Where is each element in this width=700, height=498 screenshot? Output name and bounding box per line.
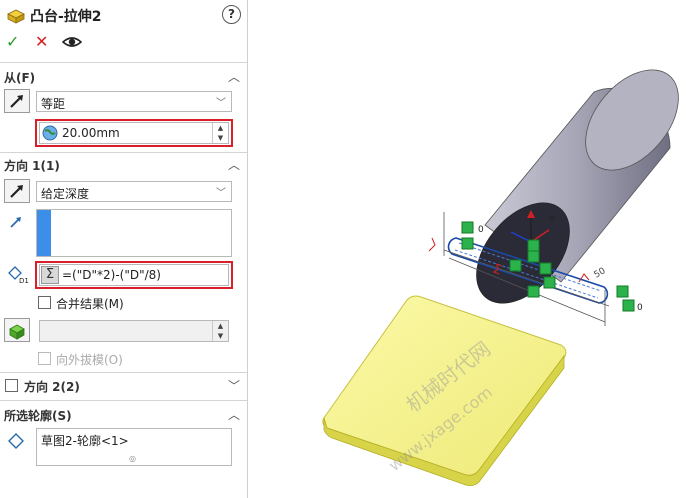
chevron-down-icon: ﹀ xyxy=(216,188,226,199)
feature-title: 凸台-拉伸2 xyxy=(30,9,102,25)
merge-result-label: 合并结果(M) xyxy=(56,297,124,311)
section-contours-header[interactable]: 所选轮廓(S) ︿ xyxy=(0,404,247,426)
draft-icon xyxy=(9,324,25,340)
relation-icon[interactable] xyxy=(461,221,474,234)
direction-vector-list[interactable] xyxy=(36,209,232,257)
graphics-area[interactable]: Σ 50 0 0 0 机械时代网 www.jxage.com xyxy=(249,0,700,498)
resize-handle-icon[interactable]: ◎ xyxy=(129,454,136,463)
chevron-up-icon[interactable]: ︿ xyxy=(228,406,240,423)
depth-dimension-icon: D1 xyxy=(8,266,29,285)
chevron-up-icon[interactable]: ︿ xyxy=(228,156,240,173)
divider xyxy=(0,400,247,401)
model-view[interactable]: Σ 50 0 0 0 xyxy=(249,0,700,498)
globe-icon xyxy=(42,125,58,141)
spin-down-icon[interactable]: ▼ xyxy=(213,133,228,143)
offset-spinner[interactable]: ▲ ▼ xyxy=(212,123,228,143)
list-selection-indicator xyxy=(37,210,51,256)
svg-text:D1: D1 xyxy=(19,277,29,285)
depth-equation-value: =("D"*2)-("D"/8) xyxy=(62,268,161,282)
spin-up-icon[interactable]: ▲ xyxy=(213,123,228,133)
dimension-label: 50 xyxy=(593,266,608,281)
title-bar: 凸台-拉伸2 ? xyxy=(0,0,247,30)
relation-label: 0 xyxy=(478,225,484,235)
property-manager: 凸台-拉伸2 ? ✓ ✕ 从(F) ︿ 等距 ﹀ 20.00mm ▲ ▼ 方向 … xyxy=(0,0,248,498)
chevron-up-icon[interactable]: ︿ xyxy=(228,68,240,85)
relation-icon[interactable] xyxy=(622,299,635,312)
draft-outward-checkbox xyxy=(38,352,51,365)
section-direction1-label: 方向 1(1) xyxy=(4,159,60,173)
relation-icon[interactable] xyxy=(527,239,540,252)
draft-angle-field: ▲ ▼ xyxy=(39,320,229,342)
preview-eye-icon[interactable] xyxy=(62,32,82,52)
ok-button[interactable]: ✓ xyxy=(6,32,19,52)
relation-icon[interactable] xyxy=(616,285,629,298)
relation-icon[interactable] xyxy=(527,285,540,298)
from-type-select[interactable]: 等距 ﹀ xyxy=(36,91,232,112)
chevron-down-icon[interactable]: ﹀ xyxy=(228,377,240,394)
section-contours-label: 所选轮廓(S) xyxy=(4,409,72,423)
section-from-label: 从(F) xyxy=(4,71,36,85)
section-direction2-label: 方向 2(2) xyxy=(24,380,80,394)
cancel-button[interactable]: ✕ xyxy=(35,32,48,52)
from-direction-icon[interactable] xyxy=(4,89,30,113)
contour-selection-icon xyxy=(8,433,24,449)
depth-equation-field[interactable]: Σ =("D"*2)-("D"/8) xyxy=(39,264,229,286)
end-condition-select[interactable]: 给定深度 ﹀ xyxy=(36,181,232,202)
relation-label: 0 xyxy=(637,303,643,313)
from-type-value: 等距 xyxy=(41,97,66,111)
spin-up-icon: ▲ xyxy=(217,322,224,330)
direction2-checkbox[interactable] xyxy=(5,379,18,392)
relation-icon[interactable] xyxy=(527,250,540,263)
help-icon[interactable]: ? xyxy=(222,5,241,24)
arrow-pick-icon xyxy=(10,95,23,108)
relation-icon[interactable] xyxy=(539,262,552,275)
direction-vector-icon xyxy=(10,217,21,228)
from-offset-value: 20.00mm xyxy=(62,126,120,140)
divider xyxy=(0,372,247,373)
section-from-header[interactable]: 从(F) ︿ xyxy=(0,66,247,88)
cylinder-body[interactable] xyxy=(458,52,697,320)
relation-icon[interactable] xyxy=(509,259,522,272)
end-condition-value: 给定深度 xyxy=(41,187,90,201)
reverse-direction-button[interactable] xyxy=(4,179,30,203)
merge-result-checkbox[interactable] xyxy=(38,296,51,309)
reverse-arrow-icon xyxy=(10,185,23,198)
extrude-boss-icon xyxy=(7,9,25,24)
spin-down-icon: ▼ xyxy=(217,332,224,340)
draft-toggle-button[interactable] xyxy=(4,318,30,342)
divider xyxy=(0,62,247,63)
selected-contours-list[interactable]: 草图2-轮廓<1> ◎ xyxy=(36,428,232,466)
divider xyxy=(0,152,247,153)
section-direction2-header[interactable]: 方向 2(2) ﹀ xyxy=(0,375,247,397)
contour-list-item[interactable]: 草图2-轮廓<1> xyxy=(41,432,129,449)
sigma-equation-icon[interactable]: Σ xyxy=(41,266,59,284)
section-direction1-header[interactable]: 方向 1(1) ︿ xyxy=(0,154,247,176)
chevron-down-icon: ﹀ xyxy=(216,98,226,109)
draft-outward-label: 向外拔模(O) xyxy=(56,353,123,367)
relation-icon[interactable] xyxy=(543,276,556,289)
draft-angle-spinner: ▲ ▼ xyxy=(212,321,228,341)
from-offset-field[interactable]: 20.00mm ▲ ▼ xyxy=(39,122,229,144)
relation-label: 0 xyxy=(549,215,555,225)
action-bar: ✓ ✕ xyxy=(0,32,247,54)
relation-icon[interactable] xyxy=(461,237,474,250)
